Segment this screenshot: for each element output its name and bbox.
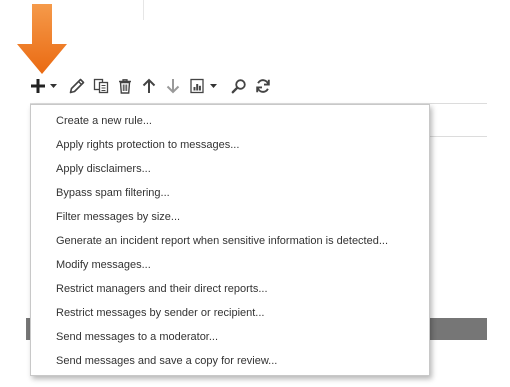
move-down-button[interactable] bbox=[161, 75, 185, 97]
chevron-down-icon bbox=[209, 83, 217, 88]
search-button[interactable] bbox=[227, 75, 251, 97]
arrow-down-icon bbox=[166, 79, 180, 94]
menu-item-generate-incident-report[interactable]: Generate an incident report when sensiti… bbox=[31, 229, 429, 253]
report-dropdown-button[interactable] bbox=[209, 75, 217, 97]
chevron-down-icon bbox=[49, 83, 57, 88]
menu-item-modify-messages[interactable]: Modify messages... bbox=[31, 253, 429, 277]
copy-button[interactable] bbox=[89, 75, 113, 97]
new-rule-menu: Create a new rule... Apply rights protec… bbox=[30, 104, 430, 376]
refresh-icon bbox=[256, 79, 270, 93]
toolbar bbox=[27, 74, 275, 98]
menu-item-filter-by-size[interactable]: Filter messages by size... bbox=[31, 205, 429, 229]
report-icon bbox=[190, 78, 204, 94]
search-icon bbox=[231, 79, 246, 94]
menu-item-send-to-moderator[interactable]: Send messages to a moderator... bbox=[31, 325, 429, 349]
delete-button[interactable] bbox=[113, 75, 137, 97]
edit-button[interactable] bbox=[65, 75, 89, 97]
arrow-up-icon bbox=[142, 78, 156, 93]
new-dropdown-button[interactable] bbox=[49, 75, 57, 97]
refresh-button[interactable] bbox=[251, 75, 275, 97]
report-button[interactable] bbox=[185, 75, 209, 97]
menu-item-restrict-managers[interactable]: Restrict managers and their direct repor… bbox=[31, 277, 429, 301]
move-up-button[interactable] bbox=[137, 75, 161, 97]
menu-item-send-and-save-copy[interactable]: Send messages and save a copy for review… bbox=[31, 349, 429, 373]
menu-item-restrict-by-sender-recipient[interactable]: Restrict messages by sender or recipient… bbox=[31, 301, 429, 325]
orange-arrow-icon bbox=[17, 4, 67, 74]
pencil-icon bbox=[69, 78, 85, 94]
trash-icon bbox=[119, 79, 131, 94]
menu-item-bypass-spam-filtering[interactable]: Bypass spam filtering... bbox=[31, 181, 429, 205]
menu-item-apply-rights-protection[interactable]: Apply rights protection to messages... bbox=[31, 133, 429, 157]
divider-vertical bbox=[143, 0, 144, 20]
menu-item-create-new-rule[interactable]: Create a new rule... bbox=[31, 109, 429, 133]
list-header-divider bbox=[430, 136, 487, 137]
plus-icon bbox=[31, 79, 45, 93]
new-button[interactable] bbox=[27, 75, 49, 97]
menu-item-apply-disclaimers[interactable]: Apply disclaimers... bbox=[31, 157, 429, 181]
copy-icon bbox=[93, 78, 109, 94]
